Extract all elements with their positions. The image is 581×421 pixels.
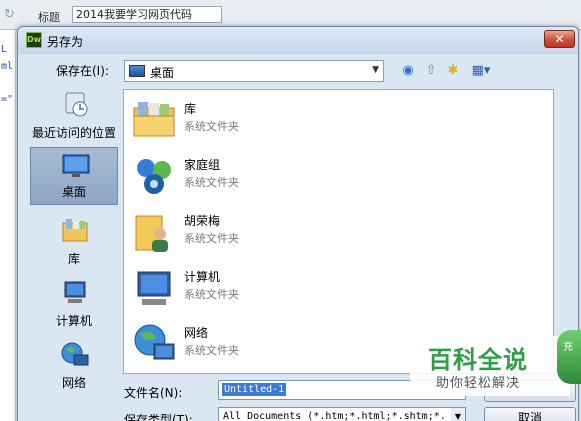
item-desc: 系统文件夹 xyxy=(184,176,239,189)
item-name: 家庭组 xyxy=(184,158,221,172)
filename-label: 文件名(N): xyxy=(124,386,183,400)
code-view: L ml =" xyxy=(0,30,16,421)
network-icon xyxy=(134,324,175,360)
item-name: 库 xyxy=(184,102,197,116)
item-desc: 系统文件夹 xyxy=(184,344,239,357)
place-label: 库 xyxy=(67,252,80,266)
place-label: 计算机 xyxy=(55,314,92,328)
close-button[interactable]: ✕ xyxy=(544,30,575,48)
list-item[interactable]: 胡荣梅 系统文件夹 xyxy=(130,208,430,258)
list-item[interactable]: 库 系统文件夹 xyxy=(130,96,430,146)
filetype-value: All Documents (*.htm;*.html;*.shtm;*. xyxy=(223,411,446,421)
chevron-down-icon: ▼ xyxy=(372,65,379,75)
place-libraries[interactable]: 库 xyxy=(30,213,118,271)
save-in-value: 桌面 xyxy=(150,66,175,80)
chevron-down-icon: ▼ xyxy=(451,408,465,421)
place-label: 网络 xyxy=(61,376,86,390)
computer-icon xyxy=(64,281,86,303)
place-computer[interactable]: 计算机 xyxy=(30,275,118,333)
place-label: 最近访问的位置 xyxy=(31,126,116,140)
document-title-input[interactable]: 2014我要学习网页代码 xyxy=(72,6,222,23)
libraries-icon xyxy=(62,219,88,242)
view-menu-icon[interactable]: ▦▾ xyxy=(468,62,494,80)
dialog-title: 另存为 xyxy=(47,35,84,49)
code-line: L xyxy=(1,44,8,55)
list-item[interactable]: 网络 系统文件夹 xyxy=(130,320,430,370)
cancel-button[interactable]: 取消 xyxy=(484,407,576,421)
dialog-titlebar[interactable]: Dw 另存为 ✕ xyxy=(18,27,578,54)
file-list: 库 系统文件夹 家庭组 系统文件夹 胡荣梅 系统文件夹 计算机 系统文件夹 网络… xyxy=(123,89,554,374)
watermark: 百科全说 助你轻松解决 xyxy=(410,336,570,396)
place-recent[interactable]: 最近访问的位置 xyxy=(30,87,118,145)
filetype-label: 保存类型(T): xyxy=(124,413,193,421)
item-name: 计算机 xyxy=(184,270,221,284)
back-icon[interactable]: ◉ xyxy=(399,62,417,80)
place-label: 桌面 xyxy=(61,185,86,199)
place-network[interactable]: 网络 xyxy=(30,337,118,395)
desktop-icon xyxy=(129,65,145,77)
item-desc: 系统文件夹 xyxy=(184,232,239,245)
save-in-label: 保存在(I): xyxy=(56,64,109,78)
desktop-icon xyxy=(62,154,90,177)
new-folder-icon[interactable]: ✱ xyxy=(444,62,462,80)
watermark-subtitle: 助你轻松解决 xyxy=(436,376,521,391)
list-item[interactable]: 家庭组 系统文件夹 xyxy=(130,152,430,202)
code-line: =" xyxy=(1,94,14,105)
recent-places-icon xyxy=(65,92,88,117)
user-folder-icon xyxy=(135,215,168,252)
list-item[interactable]: 计算机 系统文件夹 xyxy=(130,264,430,314)
side-badge[interactable]: 充 xyxy=(557,330,581,384)
dreamweaver-logo-icon: Dw xyxy=(26,32,42,48)
filename-value: Untitled-1 xyxy=(222,383,287,396)
refresh-icon: ↻ xyxy=(4,7,15,22)
up-folder-icon[interactable]: ⇧ xyxy=(422,62,440,80)
document-title-label: 标题 xyxy=(38,11,60,24)
filetype-dropdown[interactable]: All Documents (*.htm;*.html;*.shtm;*. ▼ xyxy=(218,407,466,421)
item-name: 网络 xyxy=(184,326,209,340)
save-in-dropdown[interactable]: 桌面 ▼ xyxy=(124,60,384,82)
item-name: 胡荣梅 xyxy=(184,214,221,228)
item-desc: 系统文件夹 xyxy=(184,288,239,301)
libraries-folder-icon xyxy=(133,102,175,137)
item-desc: 系统文件夹 xyxy=(184,120,239,133)
code-line: ml xyxy=(1,61,14,72)
place-desktop[interactable]: 桌面 xyxy=(30,147,118,205)
computer-icon xyxy=(137,271,171,305)
homegroup-icon xyxy=(137,159,171,194)
network-icon xyxy=(61,342,89,366)
watermark-title: 百科全说 xyxy=(428,346,528,374)
places-bar: 最近访问的位置 桌面 库 计算机 网络 xyxy=(28,87,120,390)
